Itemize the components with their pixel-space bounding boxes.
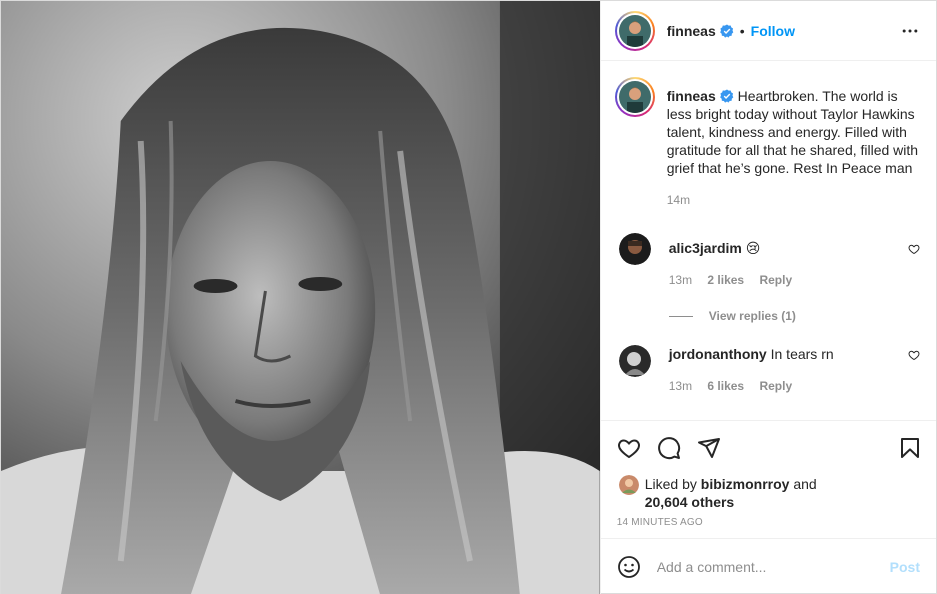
instagram-post: finneas • Follow finneas Heartbroken. Th… — [0, 0, 937, 594]
caption-story-ring[interactable] — [614, 77, 655, 117]
caption-text-block: finneas Heartbroken. The world is less b… — [667, 87, 920, 177]
comment-body: jordonanthony In tears rn 13m 6 likes Re… — [669, 343, 920, 393]
comment-meta: 13m 6 likes Reply — [669, 379, 892, 393]
caption-avatar — [618, 81, 651, 113]
portrait-photo — [1, 1, 600, 594]
likes-count[interactable]: 20,604 others — [645, 494, 735, 510]
follow-button[interactable]: Follow — [751, 23, 795, 39]
view-replies-button[interactable]: View replies (1) — [668, 309, 920, 323]
story-ring[interactable] — [614, 10, 655, 51]
comment-text: 😢 — [745, 240, 761, 256]
avatar — [618, 14, 651, 47]
comment-text: In tears rn — [770, 346, 834, 362]
post-timestamp[interactable]: 14 MINUTES AGO — [600, 511, 936, 539]
commenter-avatar[interactable] — [618, 233, 651, 265]
post-photo[interactable] — [1, 1, 600, 594]
comment-time: 13m — [668, 379, 693, 393]
comment-body: alic3jardim 😢 13m 2 likes Reply — [669, 231, 920, 287]
comment-bubble-icon[interactable] — [657, 436, 681, 460]
post-button[interactable]: Post — [890, 559, 920, 575]
comment-text-block: jordonanthony In tears rn — [669, 343, 892, 363]
view-replies-line — [668, 315, 693, 317]
view-replies-label: View replies (1) — [708, 309, 796, 323]
verified-badge-icon — [719, 23, 734, 38]
liker-avatar[interactable] — [618, 475, 639, 495]
action-bar — [601, 421, 936, 475]
liked-by-prefix: Liked by — [644, 476, 697, 492]
separator-dot: • — [739, 22, 745, 39]
emoji-smiley-icon[interactable] — [617, 555, 641, 579]
comment-likes[interactable]: 2 likes — [707, 273, 744, 287]
comment-text-block: alic3jardim 😢 — [669, 231, 892, 257]
reply-button[interactable]: Reply — [759, 379, 792, 393]
save-bookmark-icon[interactable] — [898, 436, 922, 460]
comment-username[interactable]: alic3jardim — [669, 240, 742, 256]
caption-time: 14m — [666, 193, 691, 207]
comment-item: alic3jardim 😢 13m 2 likes Reply — [615, 231, 920, 287]
share-paper-plane-icon[interactable] — [697, 436, 721, 460]
liked-by-user[interactable]: bibizmonrroy — [701, 476, 790, 492]
comment-time: 13m — [668, 273, 693, 287]
comment-likes[interactable]: 6 likes — [707, 379, 744, 393]
caption: finneas Heartbroken. The world is less b… — [614, 77, 920, 207]
caption-body: finneas Heartbroken. The world is less b… — [667, 77, 920, 207]
post-header: finneas • Follow — [600, 1, 936, 61]
likes-summary: Liked by bibizmonrroy and 20,604 others — [601, 475, 936, 511]
more-options-icon[interactable] — [900, 21, 920, 41]
comments-section: finneas Heartbroken. The world is less b… — [600, 61, 936, 421]
comment-input[interactable] — [656, 559, 890, 575]
verified-badge-icon — [719, 89, 734, 103]
reply-button[interactable]: Reply — [759, 273, 792, 287]
comment-like-heart-icon[interactable] — [908, 349, 920, 361]
comment-item: jordonanthony In tears rn 13m 6 likes Re… — [615, 343, 920, 393]
username-link[interactable]: finneas — [667, 23, 716, 39]
caption-username[interactable]: finneas — [667, 88, 716, 104]
comment-composer: Post — [601, 539, 936, 594]
post-sidebar: finneas • Follow finneas Heartbroken. Th… — [599, 1, 936, 594]
liked-by-middle: and — [793, 476, 817, 492]
commenter-avatar[interactable] — [618, 345, 651, 377]
comment-like-heart-icon[interactable] — [908, 243, 920, 255]
comment-username[interactable]: jordonanthony — [669, 346, 767, 362]
likes-text: Liked by bibizmonrroy and 20,604 others — [645, 475, 817, 511]
comment-meta: 13m 2 likes Reply — [669, 273, 892, 287]
like-heart-icon[interactable] — [617, 436, 641, 460]
